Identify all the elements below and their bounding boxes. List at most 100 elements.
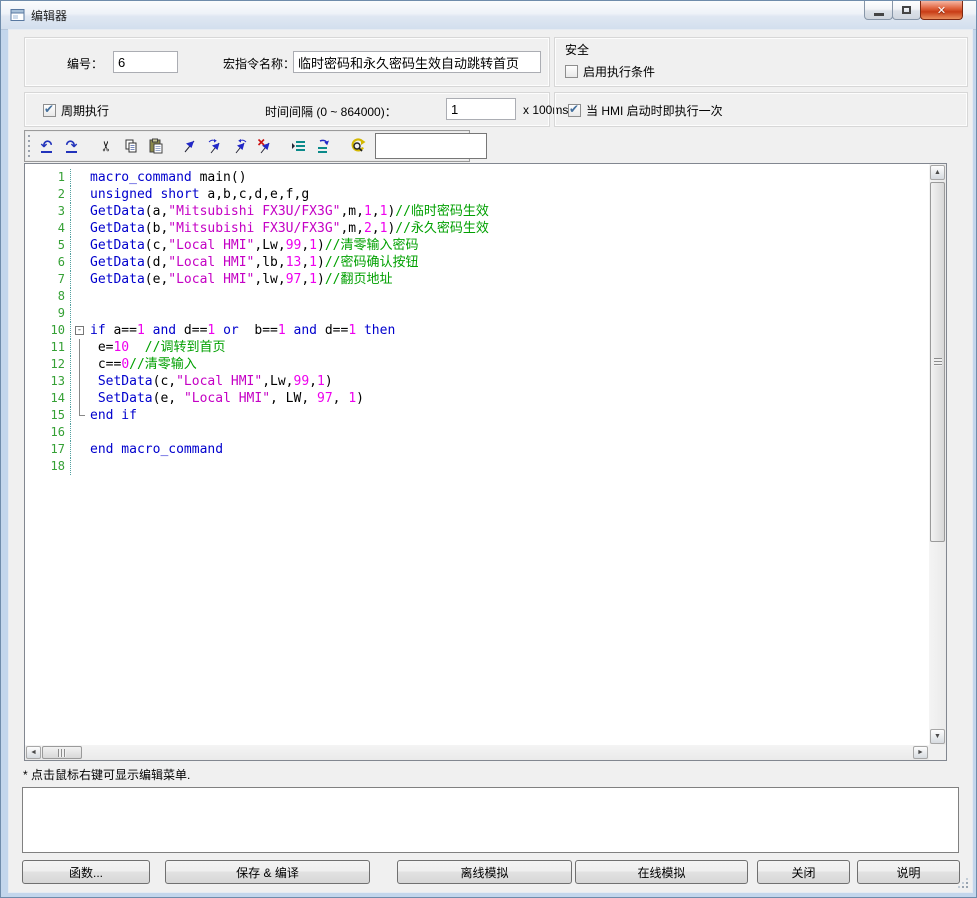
bookmark-next-icon (206, 138, 223, 155)
bookmark-next-button[interactable] (202, 134, 227, 159)
redo-button[interactable]: ↷ (59, 134, 84, 159)
scroll-right-button[interactable]: ► (913, 746, 928, 759)
copy-button[interactable] (118, 134, 143, 159)
token-pl (90, 374, 98, 389)
vertical-scroll-thumb[interactable] (930, 182, 945, 542)
find-next-button[interactable] (345, 134, 370, 159)
close-button[interactable]: 关闭 (757, 860, 850, 884)
code-line[interactable]: 7GetData(e,"Local HMI",lw,97,1)//翻页地址 (25, 271, 929, 288)
help-button[interactable]: 说明 (857, 860, 960, 884)
code-line[interactable]: 18 (25, 458, 929, 475)
number-input[interactable] (113, 51, 178, 73)
code-text: SetData(c,"Local HMI",Lw,99,1) (90, 373, 333, 390)
code-line[interactable]: 11 e=10 //调转到首页 (25, 339, 929, 356)
interval-input[interactable] (446, 98, 516, 120)
compile-message-box[interactable] (22, 787, 959, 853)
code-line[interactable]: 14 SetData(e, "Local HMI", LW, 97, 1) (25, 390, 929, 407)
close-window-button[interactable]: ✕ (920, 1, 963, 20)
arrow-left-icon: ◄ (30, 749, 37, 756)
code-line[interactable]: 17end macro_command (25, 441, 929, 458)
code-line[interactable]: 3GetData(a,"Mitsubishi FX3U/FX3G",m,1,1)… (25, 203, 929, 220)
paste-button[interactable] (143, 134, 168, 159)
scroll-left-button[interactable]: ◄ (26, 746, 41, 759)
bookmark-clear-button[interactable] (252, 134, 277, 159)
code-text: e=10 //调转到首页 (90, 339, 225, 356)
token-st: "Local HMI" (168, 238, 254, 253)
token-nu: 1 (278, 323, 286, 338)
scroll-down-button[interactable]: ▼ (930, 729, 945, 744)
minimize-button[interactable] (864, 1, 893, 20)
code-editor[interactable]: 1macro_command main()2unsigned short a,b… (24, 163, 947, 761)
fold-margin (71, 169, 90, 186)
horizontal-scrollbar[interactable]: ◄ ► (25, 745, 929, 760)
code-line[interactable]: 12 c==0//清零输入 (25, 356, 929, 373)
toolbar-grip[interactable] (28, 135, 30, 157)
fold-marker-start[interactable]: - (71, 322, 90, 339)
bookmark-toggle-button[interactable] (177, 134, 202, 159)
toolbar-search-input[interactable] (375, 133, 487, 159)
code-line[interactable]: 16 (25, 424, 929, 441)
code-line[interactable]: 8 (25, 288, 929, 305)
token-st: "Local HMI" (168, 272, 254, 287)
line-number: 12 (25, 356, 71, 373)
line-number: 6 (25, 254, 71, 271)
token-pl: ,m, (340, 221, 363, 236)
bookmark-prev-button[interactable] (227, 134, 252, 159)
save-compile-button[interactable]: 保存 & 编译 (165, 860, 370, 884)
functions-button[interactable]: 函数... (22, 860, 150, 884)
format-outdent-button[interactable] (311, 134, 336, 159)
token-pl: , (301, 238, 309, 253)
resize-grip[interactable] (958, 878, 968, 888)
maximize-button[interactable] (892, 1, 921, 20)
cut-button[interactable]: ✂ (93, 134, 118, 159)
offline-simulation-button[interactable]: 离线模拟 (397, 860, 572, 884)
token-pl: ) (325, 374, 333, 389)
token-pl: main() (192, 170, 247, 185)
code-line[interactable]: 9 (25, 305, 929, 322)
token-pl: (a, (145, 204, 168, 219)
number-label: 编号： (67, 55, 103, 72)
code-line[interactable]: 15end if (25, 407, 929, 424)
window-controls: ✕ (865, 1, 963, 20)
code-line[interactable]: 6GetData(d,"Local HMI",lb,13,1)//密码确认按钮 (25, 254, 929, 271)
periodic-checkbox[interactable]: 周期执行 (43, 102, 109, 119)
line-number: 2 (25, 186, 71, 203)
scroll-up-button[interactable]: ▲ (930, 165, 945, 180)
undo-button[interactable]: ↶ (34, 134, 59, 159)
token-kw: macro_command (90, 170, 192, 185)
horizontal-scroll-thumb[interactable] (42, 746, 82, 759)
title-bar[interactable]: 编辑器 ✕ (1, 1, 976, 30)
online-simulation-button[interactable]: 在线模拟 (575, 860, 748, 884)
token-pl: d== (317, 323, 348, 338)
startup-group: 当 HMI 启动时即执行一次 (554, 92, 968, 127)
fold-marker-mid (71, 339, 90, 356)
token-cm: //清零输入密码 (325, 238, 419, 253)
enable-condition-label: 启用执行条件 (583, 63, 655, 80)
code-line[interactable]: 2unsigned short a,b,c,d,e,f,g (25, 186, 929, 203)
code-line[interactable]: 1macro_command main() (25, 169, 929, 186)
token-nu: 1 (348, 391, 356, 406)
token-kw: GetData (90, 255, 145, 270)
code-text: GetData(b,"Mitsubishi FX3U/FX3G",m,2,1)/… (90, 220, 489, 237)
token-kw: GetData (90, 238, 145, 253)
hint-text: * 点击鼠标右键可显示编辑菜单. (23, 766, 190, 783)
code-line[interactable]: 10-if a==1 and d==1 or b==1 and d==1 the… (25, 322, 929, 339)
format-indent-button[interactable] (286, 134, 311, 159)
enable-condition-checkbox[interactable]: 启用执行条件 (565, 63, 655, 80)
token-st: "Mitsubishi FX3U/FX3G" (168, 221, 340, 236)
code-line[interactable]: 13 SetData(c,"Local HMI",Lw,99,1) (25, 373, 929, 390)
token-nu: 2 (364, 221, 372, 236)
token-nu: 10 (113, 340, 129, 355)
token-nu: 0 (121, 357, 129, 372)
code-line[interactable]: 4GetData(b,"Mitsubishi FX3U/FX3G",m,2,1)… (25, 220, 929, 237)
token-pl: , LW, (270, 391, 317, 406)
vertical-scrollbar[interactable]: ▲ ▼ (929, 164, 946, 745)
editor-window: 编辑器 ✕ 编号： 宏指令名称： 安全 启用执行条件 周期执行 (0, 0, 977, 898)
close-icon: ✕ (937, 4, 946, 17)
code-line[interactable]: 5GetData(c,"Local HMI",Lw,99,1)//清零输入密码 (25, 237, 929, 254)
cut-icon: ✂ (97, 138, 114, 155)
code-view[interactable]: 1macro_command main()2unsigned short a,b… (25, 164, 929, 745)
run-on-hmi-start-checkbox[interactable]: 当 HMI 启动时即执行一次 (568, 102, 723, 119)
token-nu: 13 (286, 255, 302, 270)
macro-name-input[interactable] (293, 51, 541, 73)
